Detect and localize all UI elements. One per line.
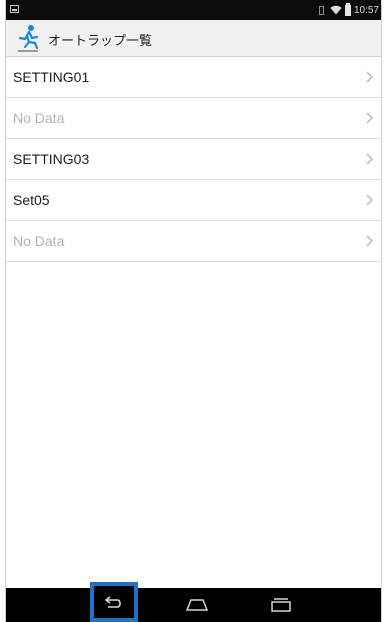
list-item-label: No Data [13, 233, 65, 249]
list-item[interactable]: SETTING01 [6, 57, 381, 98]
list-item[interactable]: No Data [6, 98, 381, 139]
phone-screen: 10:57 オートラップ一覧 SETTING01 No Data SETTING… [5, 0, 382, 622]
list-item[interactable]: Set05 [6, 180, 381, 221]
chevron-right-icon [366, 235, 373, 247]
wifi-icon [330, 5, 342, 15]
chevron-right-icon [366, 153, 373, 165]
status-bar: 10:57 [6, 0, 381, 20]
status-time: 10:57 [353, 4, 379, 16]
chevron-right-icon [366, 194, 373, 206]
back-button[interactable] [90, 582, 138, 622]
runner-icon [18, 25, 39, 52]
back-icon [104, 596, 121, 608]
list-item[interactable]: No Data [6, 221, 381, 262]
list-item-label: No Data [13, 110, 65, 126]
recent-apps-icon [271, 598, 291, 612]
status-indicators: 10:57 [318, 2, 379, 17]
auto-lap-list: SETTING01 No Data SETTING03 Set05 No Dat… [6, 57, 381, 262]
sim-icon [318, 5, 324, 15]
chevron-right-icon [366, 71, 373, 83]
home-button[interactable] [182, 588, 212, 622]
navigation-bar [6, 582, 381, 622]
battery-icon [344, 2, 351, 16]
page-title: オートラップ一覧 [48, 34, 153, 49]
list-item[interactable]: SETTING03 [6, 139, 381, 180]
list-item-label: SETTING03 [13, 151, 90, 167]
chevron-right-icon [366, 112, 373, 124]
recent-apps-button[interactable] [266, 588, 296, 622]
list-item-label: SETTING01 [13, 69, 90, 85]
home-icon [186, 599, 208, 611]
action-bar: オートラップ一覧 [6, 20, 381, 57]
list-item-label: Set05 [13, 192, 50, 208]
notification-icon [10, 5, 19, 13]
